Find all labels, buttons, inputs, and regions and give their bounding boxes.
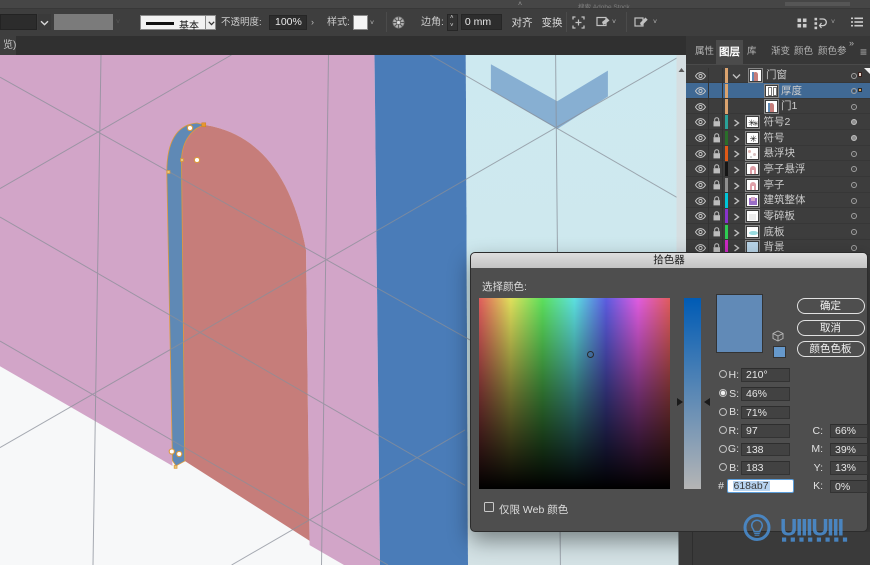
svg-text:UIIIUIII: UIIIUIII (780, 515, 844, 542)
